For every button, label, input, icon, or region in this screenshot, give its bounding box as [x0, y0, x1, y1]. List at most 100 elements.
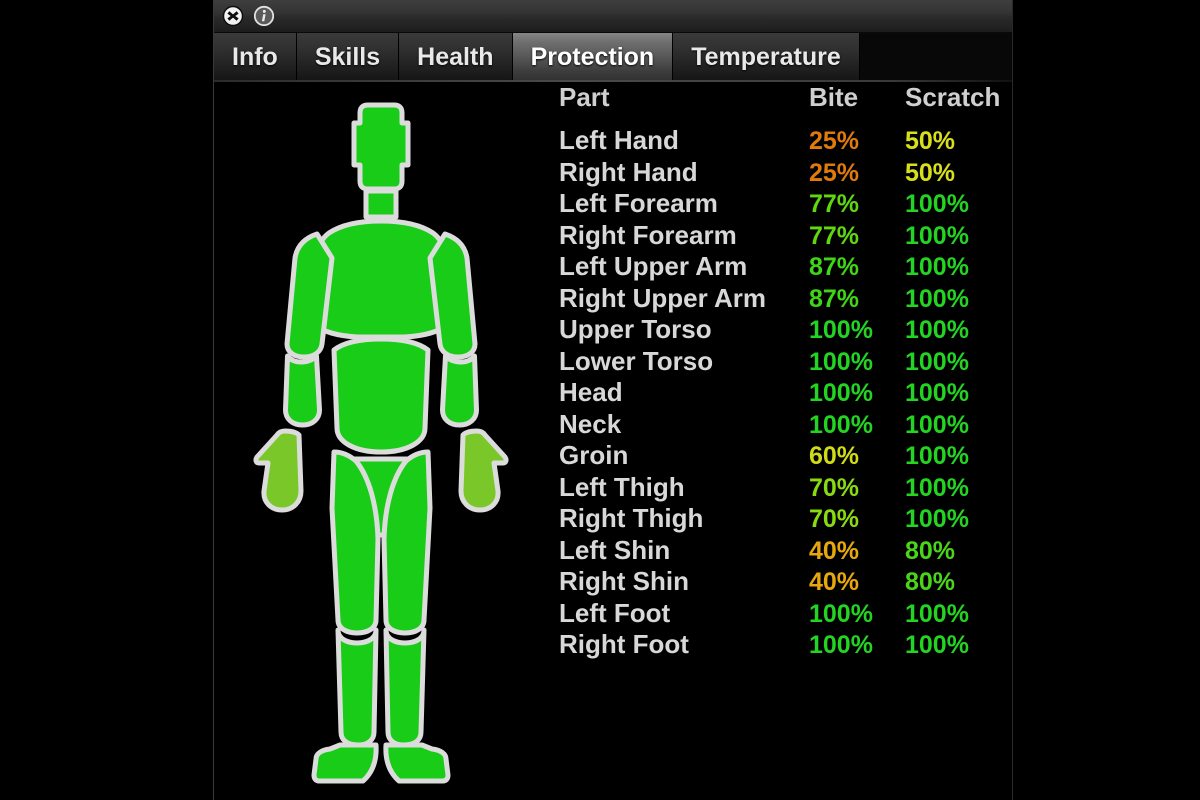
body-part-upper-torso[interactable]	[310, 218, 452, 340]
close-circle-icon[interactable]	[222, 5, 244, 27]
cell-bite: 87%	[809, 284, 860, 313]
cell-scratch: 100%	[905, 473, 969, 502]
body-part-lower-torso[interactable]	[331, 336, 431, 455]
body-part-right-forearm[interactable]	[440, 353, 479, 428]
table-row: Upper Torso 100% 100%	[559, 314, 1009, 346]
cell-part: Right Shin	[559, 566, 689, 596]
table-row: Left Upper Arm 87% 100%	[559, 251, 1009, 283]
table-row: Left Forearm 77% 100%	[559, 188, 1009, 220]
cell-bite: 60%	[809, 442, 860, 470]
cell-bite: 25%	[809, 127, 860, 155]
cell-bite: 25%	[809, 158, 860, 187]
table-row: Groin 60% 100%	[559, 440, 1009, 472]
protection-table: Part Bite Scratch Left Hand 25% 50% Right H…	[559, 82, 1009, 661]
tab-protection-label: Protection	[530, 43, 655, 71]
tab-temperature-label: Temperature	[691, 43, 841, 71]
cell-part: Groin	[559, 440, 629, 470]
table-row: Left Thigh 70% 100%	[559, 472, 1009, 504]
table-row: Head 100% 100%	[559, 377, 1009, 409]
protection-content: Part Bite Scratch Left Hand 25% 50% Right H…	[214, 82, 1012, 800]
tab-temperature[interactable]: Temperature	[673, 33, 860, 82]
body-part-left-forearm[interactable]	[283, 353, 322, 428]
tab-skills-label: Skills	[314, 43, 381, 71]
screen: Info Skills Health Protection Temperatur…	[0, 0, 1200, 800]
tab-bar: Info Skills Health Protection Temperatur…	[214, 33, 1012, 82]
body-part-head[interactable]	[351, 102, 411, 192]
cell-scratch: 100%	[905, 379, 969, 407]
cell-part: Left Forearm	[559, 188, 718, 218]
cell-scratch: 100%	[905, 505, 969, 533]
body-part-left-upper-arm[interactable]	[284, 231, 335, 360]
body-part-left-foot[interactable]	[311, 742, 379, 784]
cell-bite: 100%	[809, 379, 873, 407]
cell-part: Right Forearm	[559, 219, 737, 250]
cell-bite: 100%	[809, 347, 873, 376]
cell-scratch: 100%	[905, 410, 969, 439]
cell-scratch: 100%	[905, 442, 969, 470]
tab-skills[interactable]: Skills	[296, 33, 400, 82]
table-row: Lower Torso 100% 100%	[559, 346, 1009, 378]
cell-scratch: 100%	[905, 284, 969, 313]
table-row: Left Foot 100% 100%	[559, 598, 1009, 630]
cell-scratch: 100%	[905, 316, 969, 344]
table-row: Right Hand 25% 50%	[559, 157, 1009, 189]
cell-scratch: 50%	[905, 127, 956, 155]
info-circle-icon[interactable]	[253, 5, 275, 27]
tab-info-label: Info	[232, 43, 278, 71]
cell-bite: 100%	[809, 316, 873, 344]
cell-bite: 77%	[809, 221, 860, 250]
cell-part: Head	[559, 377, 623, 407]
tab-protection[interactable]: Protection	[512, 33, 674, 82]
cell-bite: 100%	[809, 410, 873, 439]
tab-health[interactable]: Health	[399, 33, 513, 82]
body-part-right-hand[interactable]	[458, 428, 509, 513]
cell-scratch: 100%	[905, 599, 969, 628]
tab-bar-filler	[859, 33, 1012, 82]
table-row: Right Thigh 70% 100%	[559, 503, 1009, 535]
cell-scratch: 100%	[905, 347, 969, 376]
cell-scratch: 100%	[905, 221, 969, 250]
cell-part: Left Hand	[559, 125, 679, 155]
cell-part: Lower Torso	[559, 345, 714, 376]
cell-bite: 40%	[809, 536, 860, 565]
column-header-scratch: Scratch	[905, 82, 1001, 112]
table-row: Neck 100% 100%	[559, 409, 1009, 441]
character-info-window: Info Skills Health Protection Temperatur…	[213, 0, 1013, 800]
body-part-right-shin[interactable]	[383, 627, 427, 748]
table-row: Left Shin 40% 80%	[559, 535, 1009, 567]
body-part-left-hand[interactable]	[253, 428, 304, 513]
cell-bite: 100%	[809, 631, 873, 659]
cell-scratch: 80%	[905, 536, 956, 565]
table-row: Left Hand 25% 50%	[559, 125, 1009, 157]
cell-part: Left Upper Arm	[559, 251, 748, 281]
cell-part: Right Hand	[559, 156, 698, 187]
cell-part: Left Shin	[559, 534, 671, 565]
window-titlebar	[214, 0, 1012, 33]
cell-bite: 70%	[809, 473, 860, 502]
cell-part: Right Thigh	[559, 503, 704, 533]
cell-bite: 40%	[809, 568, 860, 596]
cell-bite: 87%	[809, 253, 860, 281]
cell-part: Right Upper Arm	[559, 282, 767, 313]
table-row: Right Upper Arm 87% 100%	[559, 283, 1009, 315]
body-part-neck[interactable]	[363, 188, 399, 220]
cell-part: Left Thigh	[559, 471, 685, 502]
table-rows: Left Hand 25% 50% Right Hand 25% 50% Left Fore…	[559, 125, 1009, 661]
column-header-bite: Bite	[809, 82, 859, 112]
body-part-left-shin[interactable]	[335, 627, 379, 748]
table-header-row: Part Bite Scratch	[559, 82, 1009, 125]
table-row: Right Forearm 77% 100%	[559, 220, 1009, 252]
cell-bite: 70%	[809, 505, 860, 533]
table-row: Right Shin 40% 80%	[559, 566, 1009, 598]
body-part-right-upper-arm[interactable]	[427, 231, 478, 360]
cell-part: Right Foot	[559, 629, 689, 659]
cell-part: Left Foot	[559, 597, 671, 628]
tab-info[interactable]: Info	[214, 33, 297, 82]
cell-scratch: 50%	[905, 158, 956, 187]
body-part-right-foot[interactable]	[383, 742, 451, 784]
cell-bite: 77%	[809, 190, 860, 218]
column-header-part: Part	[559, 82, 610, 112]
cell-scratch: 100%	[905, 631, 969, 659]
cell-scratch: 80%	[905, 568, 956, 596]
body-diagram-svg	[253, 102, 509, 784]
